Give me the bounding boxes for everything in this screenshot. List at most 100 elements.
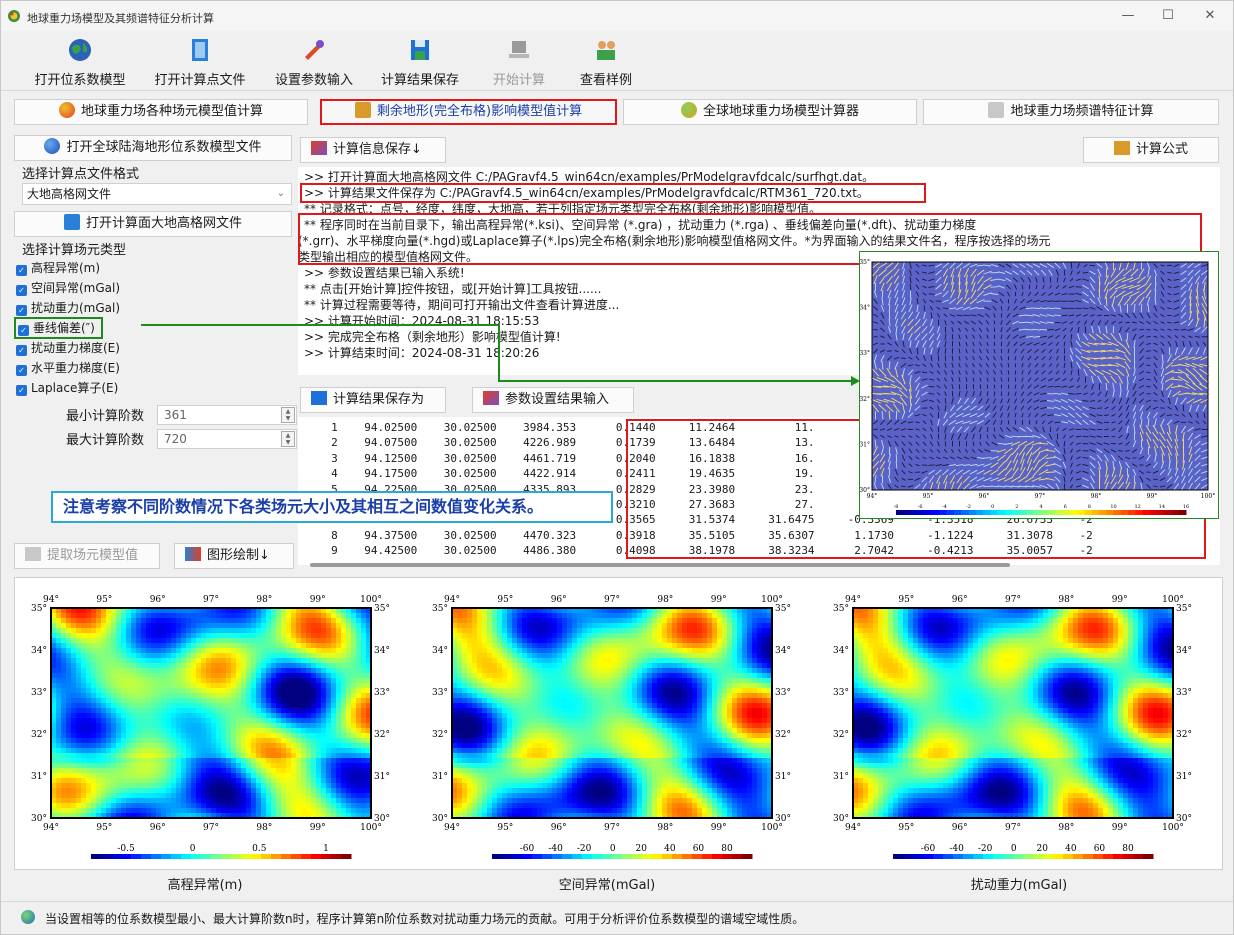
tab-global-calculator[interactable]: 全球地球重力场模型计算器 xyxy=(623,99,917,125)
checkbox-disturbance[interactable]: ✓ 扰动重力(mGal) xyxy=(16,299,120,319)
lon-tick-label: 100° xyxy=(1162,823,1184,833)
param-input-button[interactable]: 参数设置结果输入 xyxy=(472,387,634,413)
open-grid-button[interactable]: 打开计算面大地高格网文件 xyxy=(14,211,292,237)
check-icon: ✓ xyxy=(16,305,27,316)
save-info-button[interactable]: 计算信息保存↓ xyxy=(300,137,446,163)
tab-spectrum[interactable]: 地球重力场频谱特征计算 xyxy=(923,99,1219,125)
lon-tick-label: 97° xyxy=(1035,493,1046,500)
plots-area: 94° 94° 95° 95° 96° 96° 97° 97° 98° 98° 99° 99° 100°… xyxy=(14,577,1223,870)
lat-tick-label: 35° xyxy=(1176,604,1192,614)
lon-tick-label: 94° xyxy=(444,823,460,833)
checkbox-horizontal-gradient[interactable]: ✓ 水平重力梯度(E) xyxy=(16,359,120,379)
lat-tick-label: 33° xyxy=(31,688,47,698)
extract-values-button[interactable]: 提取场元模型值 xyxy=(14,543,160,569)
check-icon: ✓ xyxy=(16,285,27,296)
checkbox-laplace[interactable]: ✓ Laplace算子(E) xyxy=(16,379,118,399)
lat-tick-label: 33° xyxy=(374,688,390,698)
formula-button[interactable]: 计算公式 xyxy=(1083,137,1219,163)
lon-tick-label: 96° xyxy=(952,595,968,605)
stepper-icon[interactable]: ▲ ▼ xyxy=(281,431,295,447)
save-icon xyxy=(311,391,327,405)
open-points-button[interactable]: 打开计算点文件 xyxy=(151,37,249,89)
laptop-icon xyxy=(509,41,529,58)
lon-tick-label: 100° xyxy=(360,823,382,833)
lon-tick-label: 97° xyxy=(604,823,620,833)
plot-graphics-button[interactable]: 图形绘制↓ xyxy=(174,543,294,569)
save-icon xyxy=(411,40,429,60)
save-results-button[interactable]: 计算结果保存 xyxy=(377,37,463,89)
save-result-as-button[interactable]: 计算结果保存为 xyxy=(300,387,446,413)
colorbar-tick-label: 12 xyxy=(1134,504,1140,510)
lon-tick-label: 98° xyxy=(657,823,673,833)
lon-tick-label: 99° xyxy=(711,595,727,605)
lon-tick-label: 98° xyxy=(1091,493,1102,500)
checkbox-deflection[interactable]: ✓ 垂线偏差(″) xyxy=(14,317,103,339)
log-line: ** 计算过程需要等待，期间可打开输出文件查看计算进度... xyxy=(304,298,620,312)
lon-tick-label: 97° xyxy=(203,823,219,833)
lat-tick-label: 32° xyxy=(775,730,791,740)
lat-tick-label: 31° xyxy=(374,772,390,782)
view-examples-button[interactable]: 查看样例 xyxy=(575,37,637,89)
lat-tick-label: 34° xyxy=(860,305,870,312)
lon-tick-label: 97° xyxy=(604,595,620,605)
lat-tick-label: 30° xyxy=(31,814,47,824)
tab-residual-terrain[interactable]: 剩余地形(完全布格)影响模型值计算 xyxy=(320,99,617,125)
colorbar-tick-label: -4 xyxy=(942,504,947,510)
chart-icon xyxy=(185,547,201,561)
min-degree-label: 最小计算阶数 xyxy=(65,409,144,424)
max-degree-input[interactable]: 720 ▲ ▼ xyxy=(157,429,297,449)
format-select[interactable]: 大地高格网文件 ⌄ xyxy=(22,183,292,205)
maximize-icon[interactable]: ☐ xyxy=(1153,5,1183,27)
anomaly-map-1: 94°94°95°95°96°96°97°97°98°98°99°99°100°… xyxy=(432,595,791,859)
app-logo-icon xyxy=(8,10,20,22)
colorbar-tick-label: -8 xyxy=(894,504,899,510)
set-params-button[interactable]: 设置参数输入 xyxy=(271,37,357,89)
lat-tick-label: 32° xyxy=(31,730,47,740)
min-degree-input[interactable]: 361 ▲ ▼ xyxy=(157,405,297,425)
lon-tick-label: 95° xyxy=(96,823,112,833)
lon-tick-label: 95° xyxy=(923,493,934,500)
open-terrain-model-button[interactable]: 打开全球陆海地形位系数模型文件 xyxy=(14,135,292,161)
lat-tick-label: 31° xyxy=(833,772,849,782)
colorbar-tick-label: -20 xyxy=(577,844,592,854)
checkbox-gravity-anomaly[interactable]: ✓ 空间异常(mGal) xyxy=(16,279,120,299)
minimize-icon[interactable]: — xyxy=(1113,5,1143,27)
chevron-down-icon: ⌄ xyxy=(276,188,285,199)
lat-tick-label: 34° xyxy=(31,646,47,656)
lat-tick-label: 32° xyxy=(374,730,390,740)
lat-tick-label: 30° xyxy=(860,487,870,494)
window-title: 地球重力场模型及其频谱特征分析计算 xyxy=(27,12,214,25)
colorbar-tick-label: 80 xyxy=(1122,844,1134,854)
open-model-button[interactable]: 打开位系数模型 xyxy=(31,37,129,89)
horizontal-scrollbar[interactable] xyxy=(310,563,1010,567)
document-icon xyxy=(988,102,1005,118)
start-calc-button[interactable]: 开始计算 xyxy=(489,37,549,89)
lon-tick-label: 95° xyxy=(497,595,513,605)
format-label: 选择计算点文件格式 xyxy=(22,167,140,182)
lat-tick-label: 31° xyxy=(775,772,791,782)
lon-tick-label: 99° xyxy=(1112,595,1128,605)
stepper-icon[interactable]: ▲ ▼ xyxy=(281,407,295,423)
lon-tick-label: 98° xyxy=(657,595,673,605)
connector-arrow xyxy=(141,324,860,386)
colorbar-tick-label: 0 xyxy=(190,844,196,854)
check-icon: ✓ xyxy=(16,385,27,396)
lon-tick-label: 94° xyxy=(867,493,878,500)
tab-field-elements[interactable]: 地球重力场各种场元模型值计算 xyxy=(14,99,308,125)
people-icon xyxy=(1113,141,1130,155)
lat-tick-label: 31° xyxy=(860,441,870,448)
colorbar-tick-label: 16 xyxy=(1183,504,1189,510)
colorbar-tick-label: -40 xyxy=(949,844,964,854)
lon-tick-label: 100° xyxy=(761,823,783,833)
checkbox-gradient[interactable]: ✓ 扰动重力梯度(E) xyxy=(16,339,120,359)
checkbox-height-anomaly[interactable]: ✓ 高程异常(m) xyxy=(16,259,100,279)
anomaly-map-0: 94°94°95°95°96°96°97°97°98°98°99°99°100°… xyxy=(31,595,390,859)
globe-icon xyxy=(69,39,91,61)
lon-tick-label: 98° xyxy=(256,823,272,833)
close-icon[interactable]: ✕ xyxy=(1195,5,1225,27)
anomaly-map-2: 94°94°95°95°96°96°97°97°98°98°99°99°100°… xyxy=(833,595,1192,859)
lat-tick-label: 31° xyxy=(1176,772,1192,782)
colorbar-tick-label: 0 xyxy=(1011,844,1017,854)
vector-map-background xyxy=(872,262,1208,490)
globe-icon xyxy=(680,102,697,118)
